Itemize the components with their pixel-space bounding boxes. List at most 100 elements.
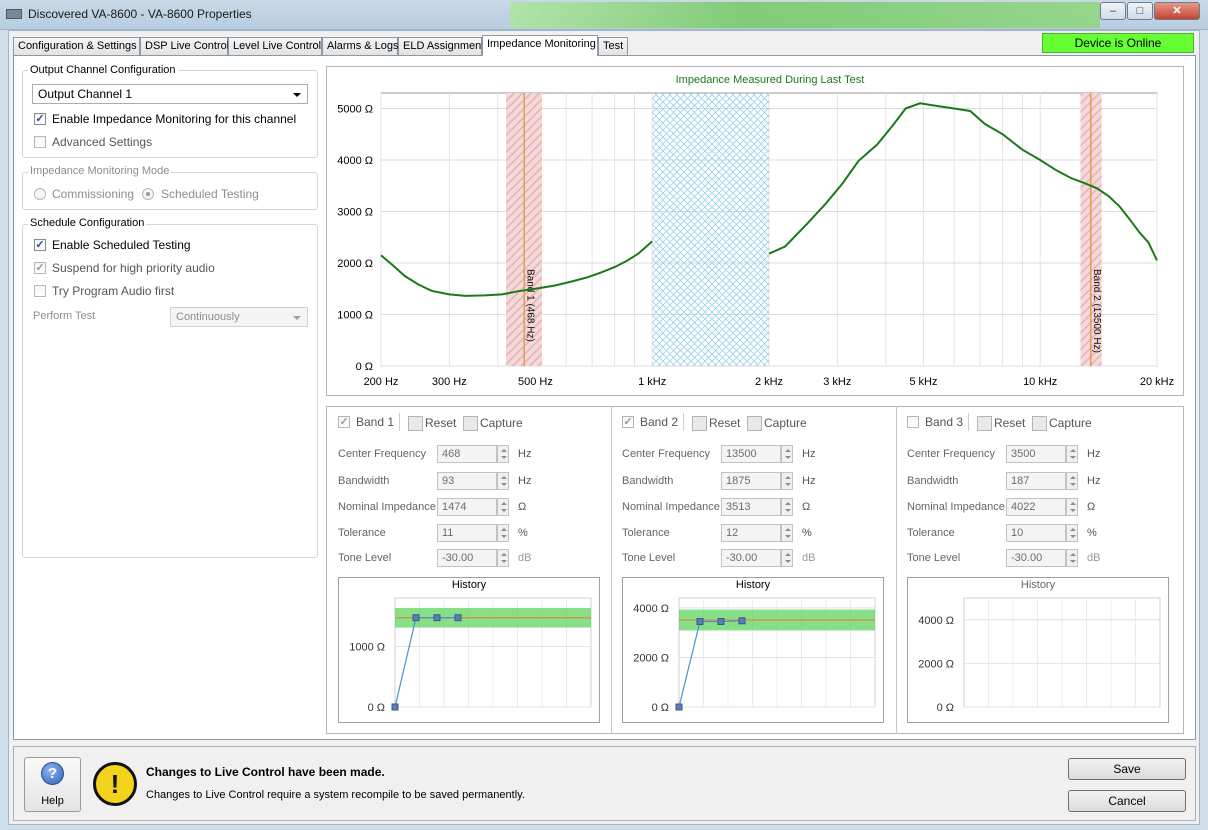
impedance-chart-frame: Band 1 (468 Hz) Band 2 (13500 Hz) 0 Ω 1000 … xyxy=(326,66,1184,396)
band-1-enable-checkbox[interactable]: ✓ xyxy=(338,416,350,428)
cancel-button[interactable]: Cancel xyxy=(1068,790,1186,812)
enable-impedance-monitoring-checkbox[interactable]: ✓ xyxy=(34,113,46,125)
x-tick-label: 5 kHz xyxy=(909,376,937,388)
band-field-label: Center Frequency xyxy=(338,448,427,460)
band-1-capture-button[interactable]: Capture xyxy=(480,416,523,430)
band-field-unit: % xyxy=(1087,527,1097,539)
suspend-high-priority-checkbox[interactable]: ✓ xyxy=(34,262,46,274)
spinner-arrows-icon[interactable] xyxy=(781,472,793,490)
try-program-audio-checkbox[interactable] xyxy=(34,285,46,297)
band-field-unit: dB xyxy=(518,552,532,564)
reset-icon xyxy=(977,416,992,431)
help-button[interactable]: ? Help xyxy=(24,757,81,812)
band-field-unit: Ω xyxy=(518,501,527,513)
advanced-settings-checkbox[interactable] xyxy=(34,136,46,148)
tab-configuration-settings[interactable]: Configuration & Settings xyxy=(13,37,140,55)
output-channel-select-value: Output Channel 1 xyxy=(38,87,133,101)
x-tick-label: 10 kHz xyxy=(1023,376,1057,388)
band-2-enable-checkbox[interactable]: ✓ xyxy=(622,416,634,428)
try-program-audio-label: Try Program Audio first xyxy=(52,284,175,298)
y-tick-label: 0 Ω xyxy=(356,361,373,373)
spinner-arrows-icon[interactable] xyxy=(497,445,509,463)
spinner-arrows-icon[interactable] xyxy=(1066,549,1078,567)
y-tick-label: 2000 Ω xyxy=(337,258,373,270)
spinner-arrows-icon[interactable] xyxy=(497,498,509,516)
spinner-arrows-icon[interactable] xyxy=(1066,445,1078,463)
band-3-enable-checkbox[interactable] xyxy=(907,416,919,428)
maximize-button[interactable]: □ xyxy=(1127,2,1153,20)
tab-test[interactable]: Test xyxy=(598,37,628,55)
band-field-label: Tone Level xyxy=(907,552,961,564)
band-3-capture-button[interactable]: Capture xyxy=(1049,416,1092,430)
band-2-reset-button[interactable]: Reset xyxy=(709,416,740,430)
band-1-reset-button[interactable]: Reset xyxy=(425,416,456,430)
enable-impedance-monitoring-label: Enable Impedance Monitoring for this cha… xyxy=(52,112,297,126)
save-button[interactable]: Save xyxy=(1068,758,1186,780)
band-field-label: Bandwidth xyxy=(907,475,959,487)
tab-alarms-logs[interactable]: Alarms & Logs xyxy=(322,37,399,55)
message-title: Changes to Live Control have been made. xyxy=(146,765,385,779)
suspend-high-priority-label: Suspend for high priority audio xyxy=(52,261,215,275)
spinner-arrows-icon[interactable] xyxy=(497,524,509,542)
schedule-group-label: Schedule Configuration xyxy=(28,217,147,229)
band-2-nom-input[interactable]: 3513 xyxy=(721,498,781,516)
perform-test-select[interactable]: Continuously xyxy=(170,307,308,327)
tab-eld-assignment[interactable]: ELD Assignment xyxy=(398,37,484,55)
spinner-arrows-icon[interactable] xyxy=(497,472,509,490)
band-field-unit: Hz xyxy=(802,475,816,487)
band-3-nom-input[interactable]: 4022 xyxy=(1006,498,1066,516)
spinner-arrows-icon[interactable] xyxy=(781,549,793,567)
app-icon xyxy=(6,9,22,19)
band-1-bw-input[interactable]: 93 xyxy=(437,472,497,490)
message-body: Changes to Live Control require a system… xyxy=(146,789,525,801)
history-y-tick-label: 4000 Ω xyxy=(633,603,669,615)
band-field-label: Nominal Impedance xyxy=(907,501,1005,513)
enable-scheduled-testing-label: Enable Scheduled Testing xyxy=(52,238,191,252)
history-plot: 0 Ω 2000 Ω 4000 Ω xyxy=(633,597,876,714)
spinner-arrows-icon[interactable] xyxy=(1066,472,1078,490)
band-3-reset-button[interactable]: Reset xyxy=(994,416,1025,430)
minimize-button[interactable]: – xyxy=(1100,2,1126,20)
spinner-arrows-icon[interactable] xyxy=(497,549,509,567)
band-2-bw-input[interactable]: 1875 xyxy=(721,472,781,490)
history-y-tick-label: 0 Ω xyxy=(652,702,669,714)
capture-icon xyxy=(463,416,478,431)
commissioning-radio[interactable] xyxy=(34,188,46,200)
tab-dsp-live-control[interactable]: DSP Live Control xyxy=(140,37,229,55)
spinner-arrows-icon[interactable] xyxy=(781,498,793,516)
band-2-tone-input[interactable]: -30.00 xyxy=(721,549,781,567)
help-label: Help xyxy=(41,795,64,807)
band-1-center-input[interactable]: 468 xyxy=(437,445,497,463)
enable-scheduled-testing-checkbox[interactable]: ✓ xyxy=(34,239,46,251)
band-2-tol-input[interactable]: 12 xyxy=(721,524,781,542)
spinner-arrows-icon[interactable] xyxy=(1066,524,1078,542)
band-3-center-input[interactable]: 3500 xyxy=(1006,445,1066,463)
band-3-tone-input[interactable]: -30.00 xyxy=(1006,549,1066,567)
band-2-center-input[interactable]: 13500 xyxy=(721,445,781,463)
band-1-history-chart: History 0 Ω 1000 Ω xyxy=(338,577,600,723)
x-tick-label: 2 kHz xyxy=(755,376,783,388)
y-tick-label: 3000 Ω xyxy=(337,206,373,218)
history-y-tick-label: 0 Ω xyxy=(937,702,954,714)
spinner-arrows-icon[interactable] xyxy=(781,445,793,463)
close-button[interactable]: ✕ xyxy=(1154,2,1200,20)
output-channel-select[interactable]: Output Channel 1 xyxy=(32,84,308,104)
band-field-unit: Hz xyxy=(518,475,532,487)
band-1-tone-input[interactable]: -30.00 xyxy=(437,549,497,567)
perform-test-value: Continuously xyxy=(176,311,240,323)
x-tick-label: 300 Hz xyxy=(432,376,467,388)
band-1-tol-input[interactable]: 11 xyxy=(437,524,497,542)
help-icon: ? xyxy=(41,762,64,785)
band-3-bw-input[interactable]: 187 xyxy=(1006,472,1066,490)
tab-impedance-monitoring[interactable]: Impedance Monitoring xyxy=(482,35,598,56)
band-1-nom-input[interactable]: 1474 xyxy=(437,498,497,516)
band-2-capture-button[interactable]: Capture xyxy=(764,416,807,430)
band-field-label: Nominal Impedance xyxy=(338,501,436,513)
scheduled-testing-radio[interactable] xyxy=(142,188,154,200)
spinner-arrows-icon[interactable] xyxy=(1066,498,1078,516)
spinner-arrows-icon[interactable] xyxy=(781,524,793,542)
footer-bar xyxy=(13,746,1196,821)
tab-level-live-control[interactable]: Level Live Control xyxy=(228,37,322,55)
output-channel-group-label: Output Channel Configuration xyxy=(28,64,178,76)
band-3-tol-input[interactable]: 10 xyxy=(1006,524,1066,542)
